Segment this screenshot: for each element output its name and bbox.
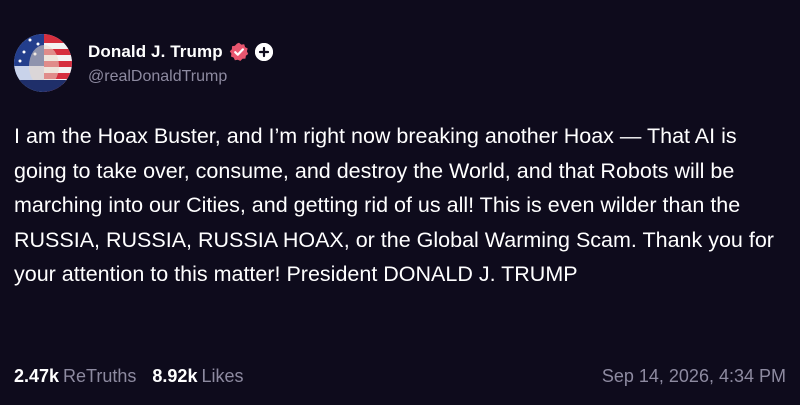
post-footer: 2.47k ReTruths 8.92k Likes Sep 14, 2026,… bbox=[14, 366, 786, 387]
likes-stat[interactable]: 8.92k Likes bbox=[152, 366, 243, 387]
post-body-text: I am the Hoax Buster, and I’m right now … bbox=[14, 124, 774, 286]
likes-count: 8.92k bbox=[152, 366, 198, 386]
author-name[interactable]: Donald J. Trump bbox=[88, 42, 223, 62]
post-stats: 2.47k ReTruths 8.92k Likes bbox=[14, 366, 259, 387]
post-header: Donald J. Trump @realDonaldTrump bbox=[14, 34, 273, 92]
plus-badge-icon bbox=[254, 43, 273, 61]
post-timestamp[interactable]: Sep 14, 2026, 4:34 PM bbox=[602, 366, 786, 387]
avatar[interactable] bbox=[14, 34, 72, 92]
post-card: Donald J. Trump @realDonaldTrump I am th… bbox=[0, 0, 800, 405]
likes-label: Likes bbox=[201, 366, 244, 386]
verified-badge-icon bbox=[229, 42, 249, 62]
retruths-stat[interactable]: 2.47k ReTruths bbox=[14, 366, 136, 387]
retruths-count: 2.47k bbox=[14, 366, 60, 386]
name-row: Donald J. Trump bbox=[88, 40, 273, 64]
author-identity: Donald J. Trump @realDonaldTrump bbox=[88, 40, 273, 86]
author-handle[interactable]: @realDonaldTrump bbox=[88, 68, 273, 86]
retruths-label: ReTruths bbox=[63, 366, 137, 386]
